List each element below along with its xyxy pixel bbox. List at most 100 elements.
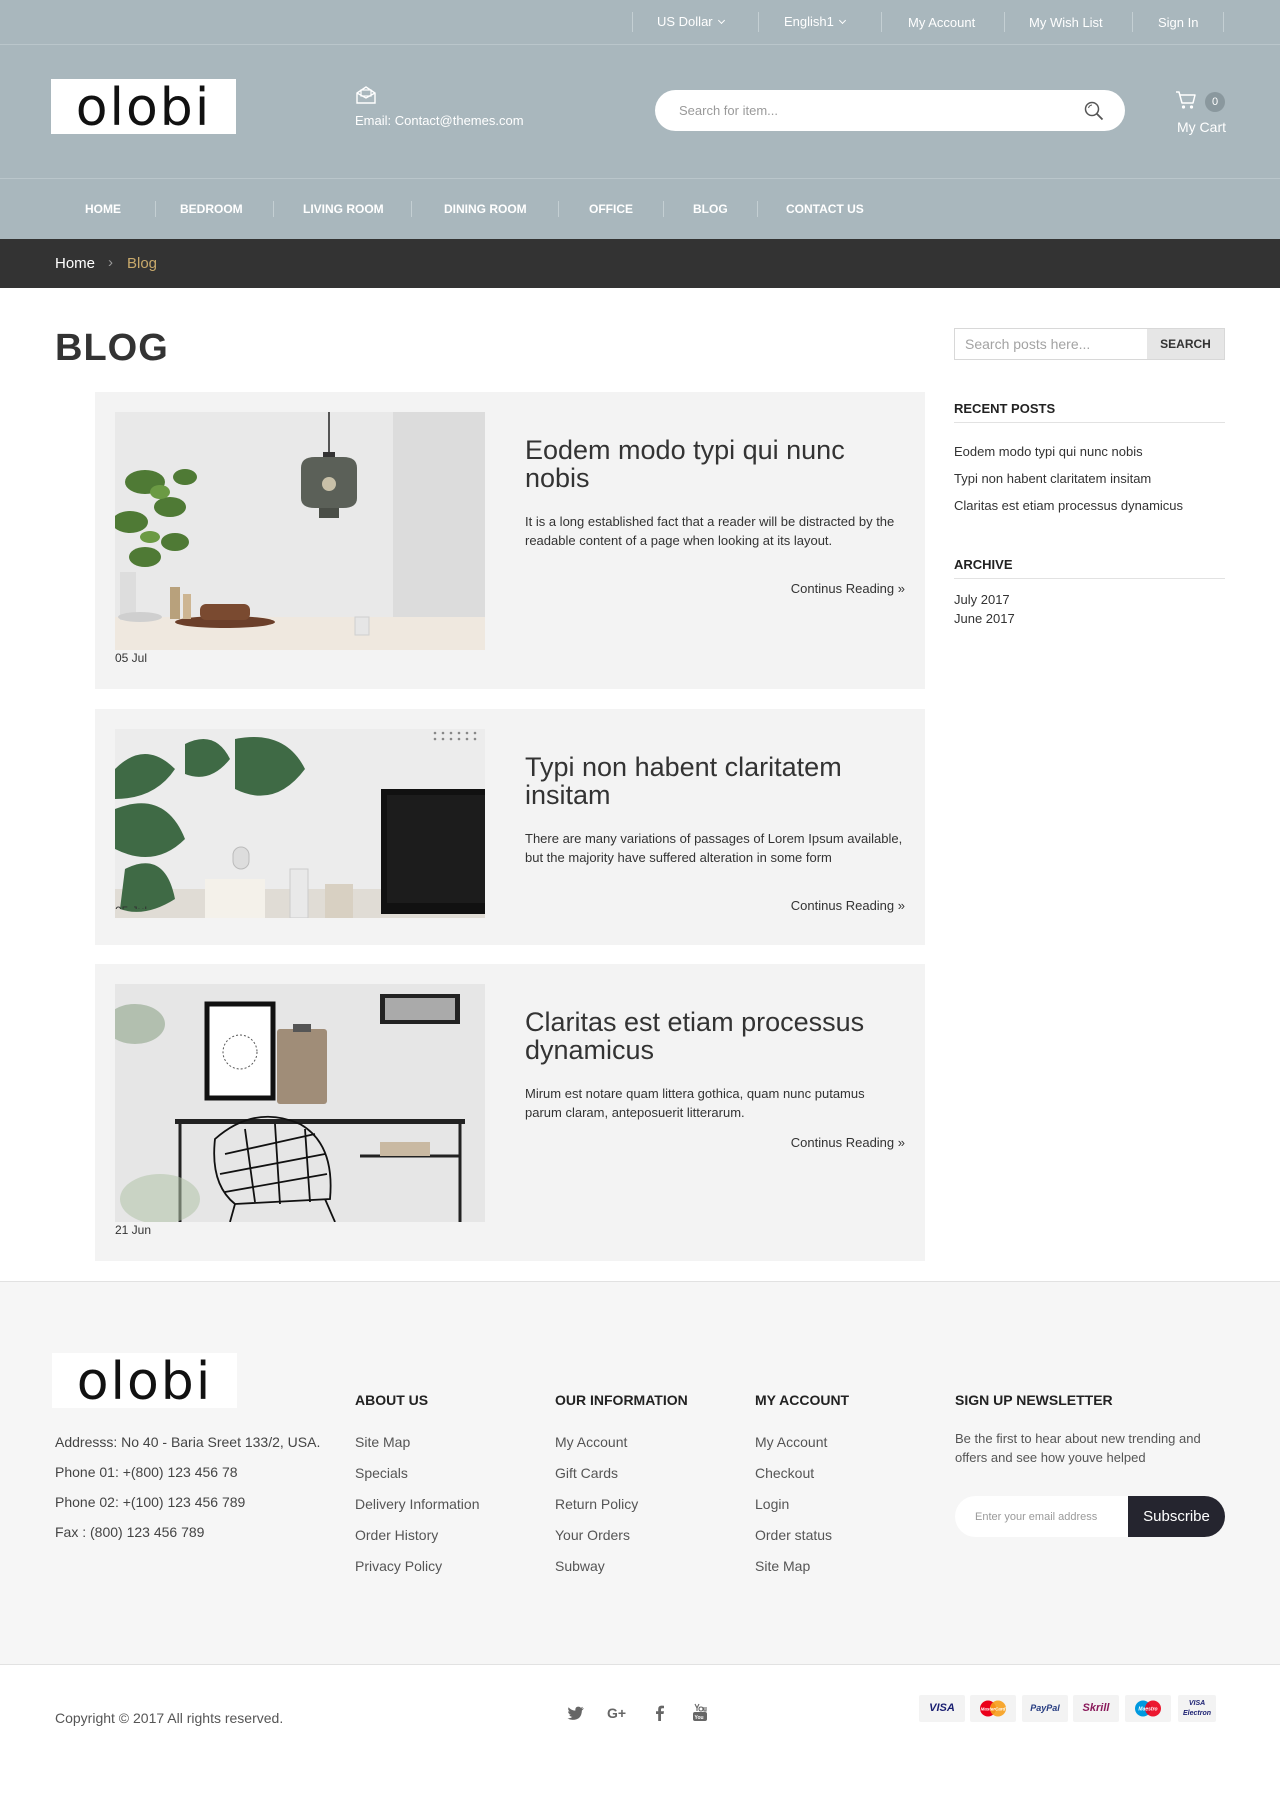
nav-item-blog[interactable]: BLOG <box>693 179 728 239</box>
divider <box>558 201 559 217</box>
language-select[interactable]: English1 <box>784 0 846 45</box>
footer-link[interactable]: Order status <box>755 1527 832 1543</box>
footer-link[interactable]: Your Orders <box>555 1527 630 1543</box>
nav-item-contact-us[interactable]: CONTACT US <box>786 179 864 239</box>
footer-link[interactable]: My Account <box>555 1434 627 1450</box>
google-plus-icon[interactable]: G+ <box>607 1703 627 1723</box>
currency-select[interactable]: US Dollar <box>657 0 725 45</box>
bottom-bar: Copyright © 2017 All rights reserved. G+… <box>0 1664 1280 1817</box>
breadcrumb-home[interactable]: Home <box>55 239 95 288</box>
cart-count-badge: 0 <box>1205 92 1225 112</box>
footer-heading-about: ABOUT US <box>355 1392 429 1408</box>
wishlist-link[interactable]: My Wish List <box>1029 1 1103 46</box>
blog-post: 21 Jun Claritas est etiam processus dyna… <box>95 964 925 1261</box>
post-search-button[interactable]: SEARCH <box>1147 329 1224 359</box>
footer-link[interactable]: Delivery Information <box>355 1496 480 1512</box>
divider <box>1004 12 1005 32</box>
divider <box>758 12 759 32</box>
divider <box>155 201 156 217</box>
footer-link[interactable]: Return Policy <box>555 1496 638 1512</box>
footer-link[interactable]: Site Map <box>355 1434 410 1450</box>
header-search <box>655 90 1125 131</box>
breadcrumb: Home › Blog <box>0 239 1280 288</box>
nav-item-living-room[interactable]: LIVING ROOM <box>303 179 384 239</box>
continue-reading-link[interactable]: Continus Reading » <box>791 581 905 596</box>
svg-text:You: You <box>695 1715 704 1721</box>
header-email: Email: Contact@themes.com <box>355 113 524 128</box>
logo-text: olobi <box>75 78 212 138</box>
cart-label[interactable]: My Cart <box>1177 119 1226 135</box>
post-title[interactable]: Eodem modo typi qui nunc nobis <box>525 436 905 492</box>
nav-item-dining-room[interactable]: DINING ROOM <box>444 179 527 239</box>
top-bar: US Dollar English1 My Account My Wish Li… <box>0 0 1280 45</box>
page-title: BLOG <box>55 327 169 369</box>
chevron-down-icon <box>717 16 725 25</box>
footer-link[interactable]: Specials <box>355 1465 408 1481</box>
my-account-link[interactable]: My Account <box>908 1 975 46</box>
divider <box>881 12 882 32</box>
youtube-icon[interactable]: You <box>690 1703 710 1723</box>
footer-link[interactable]: Privacy Policy <box>355 1558 442 1574</box>
footer-phone-2: Phone 02: +(100) 123 456 789 <box>55 1494 246 1510</box>
envelope-icon <box>356 86 376 104</box>
post-date: 05 Jul <box>115 904 147 909</box>
language-label: English1 <box>784 14 834 29</box>
recent-post-link[interactable]: Typi non habent claritatem insitam <box>954 471 1151 486</box>
site-header: olobi Email: Contact@themes.com 0 My Car… <box>0 45 1280 179</box>
footer-phone-1: Phone 01: +(800) 123 456 78 <box>55 1464 238 1480</box>
post-image[interactable] <box>115 412 485 650</box>
blog-post: 05 Jul Typi non habent claritatem insita… <box>95 709 925 945</box>
search-icon[interactable] <box>1083 100 1105 122</box>
svg-text:G+: G+ <box>607 1705 626 1721</box>
footer-link[interactable]: Site Map <box>755 1558 810 1574</box>
visa-electron-icon: VISA Electron <box>1178 1695 1216 1722</box>
nav-item-home[interactable]: HOME <box>85 179 121 239</box>
site-footer: olobi Addresss: No 40 - Baria Sreet 133/… <box>0 1281 1280 1664</box>
archive-heading: ARCHIVE <box>954 557 1225 579</box>
post-excerpt: Mirum est notare quam littera gothica, q… <box>525 1086 865 1120</box>
footer-fax: Fax : (800) 123 456 789 <box>55 1524 205 1540</box>
recent-post-link[interactable]: Eodem modo typi qui nunc nobis <box>954 444 1143 459</box>
recent-post-link[interactable]: Claritas est etiam processus dynamicus <box>954 498 1183 513</box>
archive-link[interactable]: June 2017 <box>954 611 1015 626</box>
nav-item-bedroom[interactable]: BEDROOM <box>180 179 243 239</box>
continue-reading-link[interactable]: Continus Reading » <box>791 898 905 913</box>
logo-text: olobi <box>76 1352 213 1412</box>
post-title[interactable]: Typi non habent claritatem insitam <box>525 753 905 809</box>
lamp-photo <box>115 412 485 650</box>
continue-reading-link[interactable]: Continus Reading » <box>791 1135 905 1150</box>
footer-heading-newsletter: SIGN UP NEWSLETTER <box>955 1392 1113 1408</box>
footer-link[interactable]: Login <box>755 1496 789 1512</box>
nav-item-office[interactable]: OFFICE <box>589 179 633 239</box>
divider <box>663 201 664 217</box>
currency-label: US Dollar <box>657 14 713 29</box>
footer-logo[interactable]: olobi <box>52 1352 237 1412</box>
footer-address: Addresss: No 40 - Baria Sreet 133/2, USA… <box>55 1434 321 1450</box>
subscribe-button[interactable]: Subscribe <box>1128 1496 1225 1537</box>
breadcrumb-current: Blog <box>127 255 158 272</box>
post-title[interactable]: Claritas est etiam processus dynamicus <box>525 1008 905 1064</box>
site-logo[interactable]: olobi <box>51 78 236 138</box>
post-image[interactable] <box>115 729 485 918</box>
search-input[interactable] <box>679 90 1059 131</box>
svg-text:MasterCard: MasterCard <box>981 1707 1006 1712</box>
footer-link[interactable]: Checkout <box>755 1465 814 1481</box>
paypal-icon: PayPal <box>1022 1695 1068 1722</box>
footer-link[interactable]: Subway <box>555 1558 605 1574</box>
sign-in-link[interactable]: Sign In <box>1158 1 1198 46</box>
facebook-icon[interactable] <box>650 1703 670 1723</box>
footer-link[interactable]: Gift Cards <box>555 1465 618 1481</box>
post-search-input[interactable] <box>955 329 1147 359</box>
skrill-icon: Skrill <box>1073 1695 1119 1722</box>
newsletter-email-input[interactable] <box>975 1496 1125 1537</box>
footer-heading-account: MY ACCOUNT <box>755 1392 850 1408</box>
footer-link[interactable]: Order History <box>355 1527 438 1543</box>
twitter-icon[interactable] <box>566 1703 586 1723</box>
post-date: 21 Jun <box>115 1223 152 1237</box>
cart-icon[interactable] <box>1175 90 1197 110</box>
divider <box>1223 12 1224 32</box>
footer-link[interactable]: My Account <box>755 1434 827 1450</box>
mastercard-icon: MasterCard <box>970 1695 1016 1722</box>
archive-link[interactable]: July 2017 <box>954 592 1010 607</box>
post-image[interactable] <box>115 984 485 1222</box>
